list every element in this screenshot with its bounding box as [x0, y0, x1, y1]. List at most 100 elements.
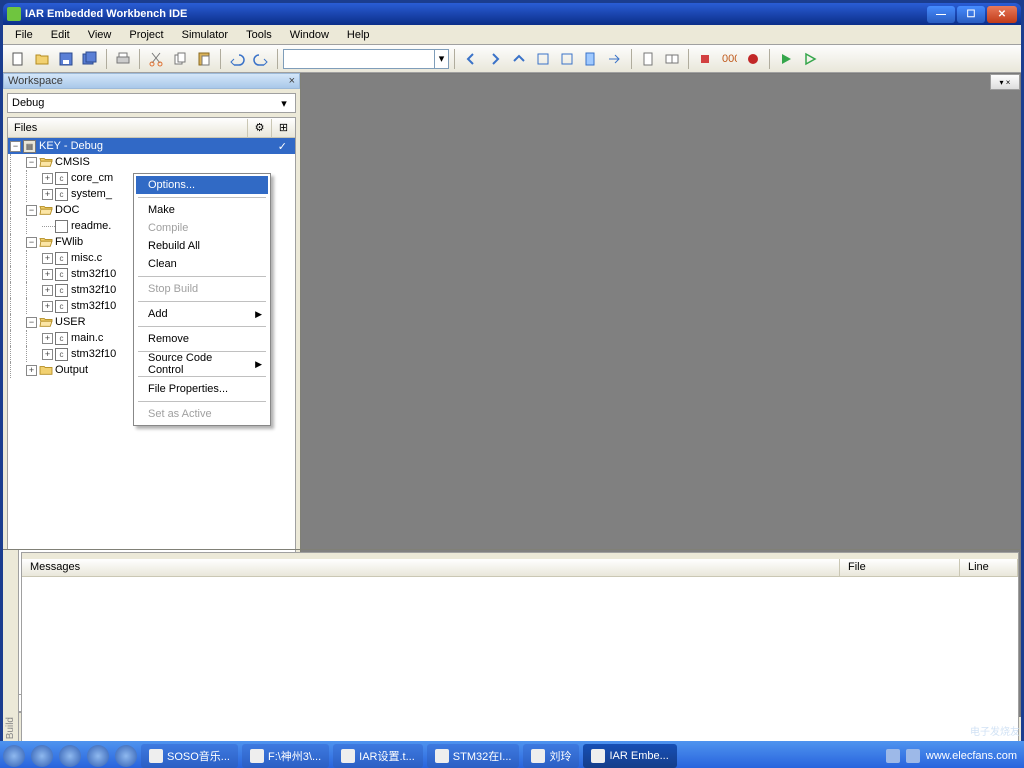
task-label: 刘玲	[549, 748, 571, 764]
taskbar: SOSO音乐... F:\神州3\...IAR设置.t...STM32在I... 刘…	[0, 741, 1024, 768]
minimize-button[interactable]: —	[927, 6, 955, 23]
save-all-icon[interactable]	[79, 48, 101, 70]
messages-col[interactable]: Messages	[22, 559, 840, 576]
batch-build-icon[interactable]: 000	[718, 48, 740, 70]
redo-icon[interactable]	[250, 48, 272, 70]
copy-icon[interactable]	[169, 48, 191, 70]
expand-icon[interactable]: −	[26, 205, 37, 216]
menu-view[interactable]: View	[80, 27, 120, 43]
close-button[interactable]: ✕	[987, 6, 1017, 23]
quicklaunch-icon[interactable]	[85, 743, 111, 768]
quicklaunch-icon[interactable]	[29, 743, 55, 768]
compile-icon[interactable]	[637, 48, 659, 70]
open-icon[interactable]	[31, 48, 53, 70]
expand-icon[interactable]: −	[26, 237, 37, 248]
quicklaunch-icon[interactable]	[57, 743, 83, 768]
ctx-clean[interactable]: Clean	[136, 255, 268, 273]
expand-icon[interactable]: +	[42, 333, 53, 344]
task-label: SOSO音乐...	[167, 748, 230, 764]
menu-project[interactable]: Project	[121, 27, 171, 43]
expand-icon[interactable]: +	[42, 253, 53, 264]
taskbar-button[interactable]: IAR设置.t...	[333, 744, 423, 768]
expand-icon[interactable]: −	[26, 317, 37, 328]
nav-forward-icon[interactable]	[484, 48, 506, 70]
header-btn2-icon[interactable]: ⊞	[271, 119, 295, 137]
line-col[interactable]: Line	[960, 559, 1018, 576]
ctx-options-[interactable]: Options...	[136, 176, 268, 194]
config-dropdown[interactable]: Debug ▾	[7, 93, 296, 113]
menu-file[interactable]: File	[7, 27, 41, 43]
quick-find-input[interactable]	[284, 50, 434, 68]
expand-icon[interactable]: +	[42, 173, 53, 184]
nav-up-icon[interactable]	[508, 48, 530, 70]
context-menu: Options...MakeCompileRebuild AllCleanSto…	[133, 173, 271, 426]
ctx-source-code-control[interactable]: Source Code Control▶	[136, 355, 268, 373]
ctx-rebuild-all[interactable]: Rebuild All	[136, 237, 268, 255]
tray-icon[interactable]	[906, 749, 920, 763]
system-tray[interactable]: www.elecfans.com	[886, 749, 1023, 763]
taskbar-button[interactable]: IAR Embe...	[583, 744, 676, 768]
maximize-button[interactable]: ☐	[957, 6, 985, 23]
expand-icon[interactable]: +	[42, 269, 53, 280]
tree-label: CMSIS	[55, 156, 90, 168]
watermark: 电子发烧友	[970, 723, 1020, 738]
menu-tools[interactable]: Tools	[238, 27, 280, 43]
undo-icon[interactable]	[226, 48, 248, 70]
save-icon[interactable]	[55, 48, 77, 70]
taskbar-button[interactable]: SOSO音乐...	[141, 744, 238, 768]
expand-icon[interactable]: +	[42, 189, 53, 200]
ctx-file-properties-[interactable]: File Properties...	[136, 380, 268, 398]
workspace-title: Workspace	[8, 75, 63, 87]
menu-bar: File Edit View Project Simulator Tools W…	[3, 25, 1021, 45]
menu-edit[interactable]: Edit	[43, 27, 78, 43]
quicklaunch-icon[interactable]	[1, 743, 27, 768]
tray-icon[interactable]	[886, 749, 900, 763]
menu-window[interactable]: Window	[282, 27, 337, 43]
goto-icon[interactable]	[604, 48, 626, 70]
chevron-down-icon[interactable]: ▾	[277, 97, 291, 110]
quick-find[interactable]: ▾	[283, 49, 449, 69]
expand-icon[interactable]: +	[26, 365, 37, 376]
toggle-breakpoint-icon[interactable]	[742, 48, 764, 70]
messages-content[interactable]	[22, 577, 1018, 742]
taskbar-button[interactable]: 刘玲	[523, 744, 579, 768]
print-icon[interactable]	[112, 48, 134, 70]
expand-icon[interactable]: −	[26, 157, 37, 168]
task-icon	[149, 749, 163, 763]
expand-icon[interactable]: −	[10, 141, 21, 152]
paste-icon[interactable]	[193, 48, 215, 70]
header-btn1-icon[interactable]: ⚙	[247, 119, 271, 137]
ctx-remove[interactable]: Remove	[136, 330, 268, 348]
bookmark-toggle-icon[interactable]	[580, 48, 602, 70]
taskbar-button[interactable]: STM32在I...	[427, 744, 520, 768]
expand-icon[interactable]: +	[42, 349, 53, 360]
make-icon[interactable]	[661, 48, 683, 70]
expand-icon[interactable]: +	[42, 301, 53, 312]
bookmark-next-icon[interactable]	[532, 48, 554, 70]
stop-build-icon[interactable]	[694, 48, 716, 70]
expand-icon[interactable]: +	[42, 285, 53, 296]
nav-back-icon[interactable]	[460, 48, 482, 70]
file-col[interactable]: File	[840, 559, 960, 576]
tree-row[interactable]: − CMSIS	[8, 154, 295, 170]
task-icon	[435, 749, 449, 763]
ctx-make[interactable]: Make	[136, 201, 268, 219]
quicklaunch-icon[interactable]	[113, 743, 139, 768]
menu-help[interactable]: Help	[339, 27, 378, 43]
taskbar-button[interactable]: F:\神州3\...	[242, 744, 329, 768]
debug-icon[interactable]	[775, 48, 797, 70]
chevron-down-icon[interactable]: ▾	[434, 50, 448, 68]
bookmark-prev-icon[interactable]	[556, 48, 578, 70]
new-file-icon[interactable]	[7, 48, 29, 70]
tree-row-selected[interactable]: −▦KEY - Debug✓	[8, 138, 295, 154]
close-panel-icon[interactable]: ×	[289, 75, 295, 87]
ctx-add[interactable]: Add▶	[136, 305, 268, 323]
cut-icon[interactable]	[145, 48, 167, 70]
editor-close-strip[interactable]: ▾ ×	[990, 74, 1020, 90]
menu-simulator[interactable]: Simulator	[174, 27, 236, 43]
debug-nodownload-icon[interactable]	[799, 48, 821, 70]
tree-label: DOC	[55, 204, 79, 216]
tree-label: core_cm	[71, 172, 113, 184]
ctx-set-as-active: Set as Active	[136, 405, 268, 423]
svg-text:000: 000	[722, 53, 737, 65]
